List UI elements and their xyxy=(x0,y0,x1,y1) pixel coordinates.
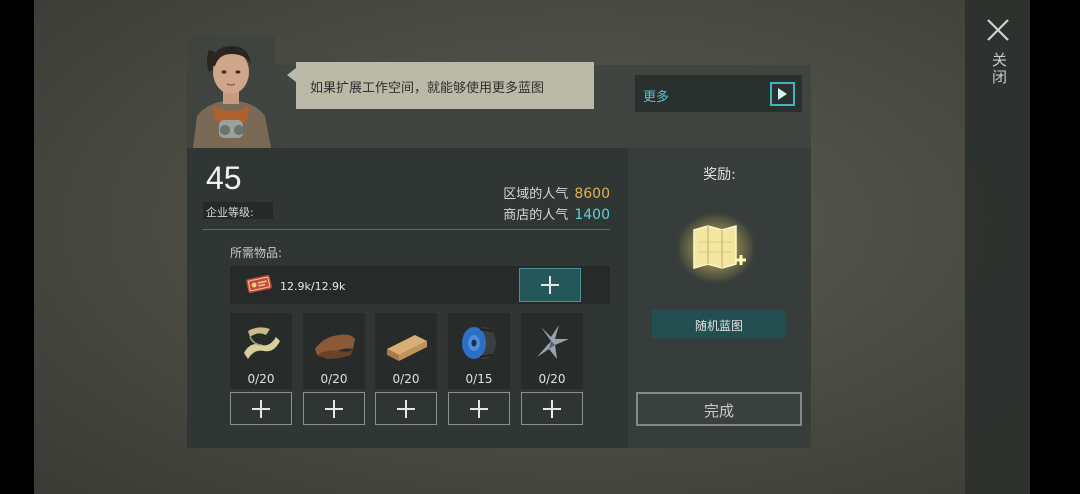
ticket-icon xyxy=(246,275,272,293)
add-metal-button[interactable] xyxy=(521,392,583,425)
metal-scrap-icon xyxy=(537,325,569,359)
region-popularity-value: 8600 xyxy=(574,186,610,202)
divider xyxy=(203,229,610,230)
more-button[interactable]: 更多 xyxy=(635,75,802,112)
item-slot-wood[interactable]: 0/20 xyxy=(375,313,437,389)
item-count: 0/15 xyxy=(465,372,493,386)
close-label[interactable]: 关闭 xyxy=(986,52,1010,86)
plus-icon xyxy=(325,399,343,418)
shop-popularity-label: 商店的人气 xyxy=(503,208,569,223)
region-popularity-label: 区域的人气 xyxy=(503,187,569,202)
item-count: 0/20 xyxy=(392,372,420,386)
plus-icon xyxy=(252,399,270,418)
shop-popularity: 商店的人气 1400 xyxy=(503,204,610,223)
wire-spool-icon xyxy=(462,327,496,359)
complete-button[interactable]: 完成 xyxy=(636,392,802,426)
npc-speech-bubble: 如果扩展工作空间，就能够使用更多蓝图 xyxy=(287,62,594,109)
close-icon xyxy=(987,19,1009,41)
reward-name: 随机蓝图 xyxy=(652,310,786,338)
cloth-icon xyxy=(244,327,280,359)
add-wood-button[interactable] xyxy=(375,392,437,425)
add-cloth-button[interactable] xyxy=(230,392,292,425)
npc-avatar xyxy=(187,36,275,148)
reward-title: 奖励: xyxy=(703,167,736,183)
more-label: 更多 xyxy=(643,90,670,105)
company-level-label: 企业等级: xyxy=(203,202,273,219)
item-slot-wire[interactable]: 0/15 xyxy=(448,313,510,389)
blueprint-map-icon xyxy=(676,212,756,284)
wood-plank-icon xyxy=(387,335,427,361)
plus-icon xyxy=(543,399,561,418)
item-slot-leather[interactable]: 0/20 xyxy=(303,313,365,389)
item-count: 0/20 xyxy=(247,372,275,386)
add-ticket-button[interactable] xyxy=(519,268,581,302)
item-count: 0/20 xyxy=(538,372,566,386)
add-wire-button[interactable] xyxy=(448,392,510,425)
leather-icon xyxy=(315,334,355,359)
plus-icon xyxy=(541,276,559,294)
plus-icon xyxy=(397,399,415,418)
item-count: 0/20 xyxy=(320,372,348,386)
required-items-label: 所需物品: xyxy=(230,246,283,260)
ticket-amount: 12.9k/12.9k xyxy=(280,280,346,293)
close-button[interactable] xyxy=(984,16,1012,44)
plus-icon xyxy=(470,399,488,418)
play-icon xyxy=(770,82,795,106)
shop-popularity-value: 1400 xyxy=(574,207,610,223)
company-level-value: 45 xyxy=(206,160,242,196)
add-leather-button[interactable] xyxy=(303,392,365,425)
ticket-requirement-row: 12.9k/12.9k xyxy=(230,266,610,304)
item-slot-metal[interactable]: 0/20 xyxy=(521,313,583,389)
region-popularity: 区域的人气 8600 xyxy=(503,183,610,202)
item-slot-cloth[interactable]: 0/20 xyxy=(230,313,292,389)
